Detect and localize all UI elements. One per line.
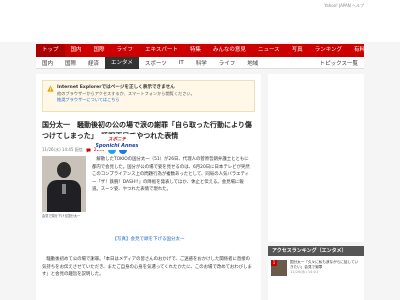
ad-slot xyxy=(268,74,364,242)
access-ranking: アクセスランキング（エンタメ） 1 国分太一「久々に私も涙ながらに話していきたい… xyxy=(268,246,364,300)
warning-icon xyxy=(47,85,54,92)
ranking-headline: 国分太一「久々に私も涙ながらに話していきたい」会見で謝罪 xyxy=(290,260,359,269)
ranking-thumb: 1 xyxy=(271,260,287,276)
nav-item-photo[interactable]: 写真 xyxy=(286,44,309,57)
svg-text:Sponichi Annex: Sponichi Annex xyxy=(96,143,138,149)
tab-international[interactable]: 国際 xyxy=(59,59,82,67)
article-title: 国分太一 騒動後初の公の場で涙の謝罪「自ら取った行動により傷つけてしまった」 睡… xyxy=(42,121,252,140)
tab-region[interactable]: 地域 xyxy=(241,59,264,67)
microphone xyxy=(62,184,66,194)
nav-item-opinion[interactable]: みんなの意見 xyxy=(207,44,252,57)
warning-title: Internet Explorerではページを正しく表示できません xyxy=(57,85,175,90)
comment-icon xyxy=(86,148,91,152)
browser-warning: Internet Explorerではページを正しく表示できません 他のブラウザ… xyxy=(42,80,255,112)
ranking-title: アクセスランキング（エンタメ） xyxy=(268,246,364,256)
site-header xyxy=(0,12,400,42)
tab-sports[interactable]: スポーツ xyxy=(139,59,173,67)
tab-economy[interactable]: 経済 xyxy=(82,59,105,67)
nav-item-feature[interactable]: 特集 xyxy=(184,44,207,57)
article-body-2: 騒動後初めて公の場で謝罪。「本日はメディアの皆さんのおかげで、ご迷惑をおかけした… xyxy=(42,257,252,278)
topbar-links[interactable]: Yahoo! JAPAN ヘルプ xyxy=(324,3,364,9)
nav-item-expert[interactable]: エキスパート xyxy=(139,44,184,57)
tab-life[interactable]: ライフ xyxy=(213,59,242,67)
nav-item-news[interactable]: ニュース xyxy=(252,44,286,57)
ranking-number: 1 xyxy=(271,260,277,266)
sponichi-annex-logo: スポニチ Sponichi Annex xyxy=(96,134,138,150)
photo-caption: 会見で頭を下げる国分太一 xyxy=(42,214,81,218)
tab-domestic[interactable]: 国内 xyxy=(36,59,59,67)
nav-item-international[interactable]: 国際 xyxy=(88,44,111,57)
topics-list-link[interactable]: トピックス一覧 xyxy=(314,59,364,67)
article-meta: 11/26(水) 14:45 配信 2264 xyxy=(42,145,255,155)
article-photo[interactable] xyxy=(42,156,86,212)
recommended-browser-link[interactable]: 推奨ブラウザーについてはこちら xyxy=(57,97,250,103)
article-body-1: 解散したTOKIOの国分太一（51）が26日、代理人の菅原哲朗弁護士とともに都内… xyxy=(92,157,250,193)
sidebar: アクセスランキング（エンタメ） 1 国分太一「久々に私も涙ながらに話していきたい… xyxy=(268,74,364,300)
person-head xyxy=(57,162,71,178)
nav-item-ranking[interactable]: ランキング xyxy=(309,44,348,57)
tab-entertainment[interactable]: エンタメ xyxy=(105,56,139,69)
nav-item-domestic[interactable]: 国内 xyxy=(65,44,88,57)
svg-text:スポニチ: スポニチ xyxy=(108,137,126,143)
nav-item-life[interactable]: ライフ xyxy=(111,44,140,57)
photo-link-caption[interactable]: 【写真】会見で頭を下げる国分太一 xyxy=(36,236,261,242)
nav-item-top[interactable]: トップ xyxy=(36,44,65,57)
ranking-item[interactable]: 1 国分太一「久々に私も涙ながらに話していきたい」会見で謝罪 11/26(水) … xyxy=(268,256,364,280)
primary-nav: トップ 国内 国際 ライフ エキスパート 特集 みんなの意見 ニュース 写真 ラ… xyxy=(36,44,365,57)
nav-item-paid[interactable]: 有料 xyxy=(348,44,371,57)
topbar: Yahoo! JAPAN ヘルプ xyxy=(0,0,400,12)
article-date: 11/26(水) 14:45 配信 xyxy=(42,147,83,152)
secondary-nav: 国内 国際 経済 エンタメ スポーツ IT 科学 ライフ 地域 トピックス一覧 xyxy=(36,56,364,69)
ranking-date: 11/26(水) 14:01 xyxy=(290,270,319,274)
tab-science[interactable]: 科学 xyxy=(190,59,213,67)
tab-it[interactable]: IT xyxy=(173,60,190,66)
